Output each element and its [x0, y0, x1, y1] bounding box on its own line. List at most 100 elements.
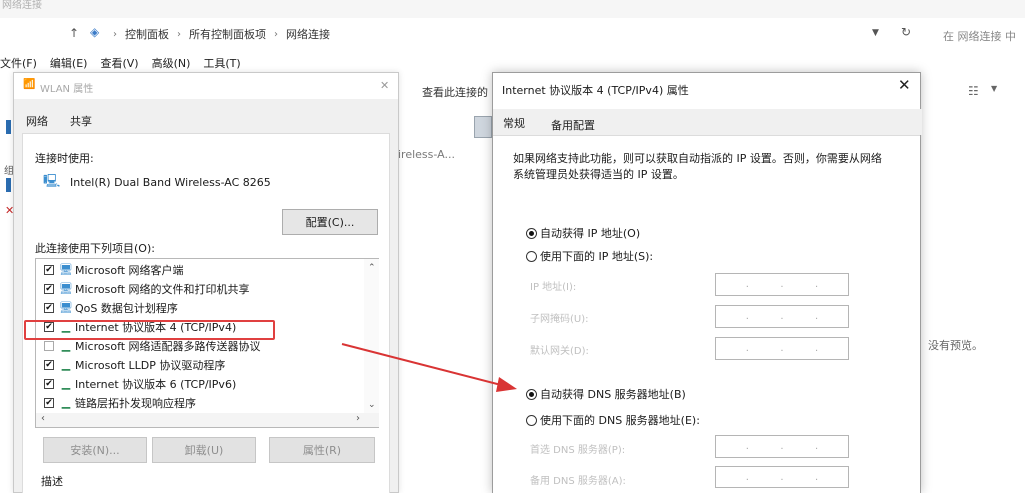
wlan-properties-dialog: 📶 WLAN 属性 ✕ 网络 共享 连接时使用: 🖳 Intel(R) Dual… [13, 72, 399, 493]
chevron-up-icon[interactable]: ⌃ [368, 263, 376, 273]
uninstall-button[interactable]: 卸载(U) [152, 437, 256, 463]
service-icon: 🖥 [59, 301, 73, 314]
list-item[interactable]: ✔ ▁ Microsoft LLDP 协议驱动程序 [36, 355, 364, 374]
dialog-title: WLAN 属性 [40, 84, 94, 95]
chevron-right-icon[interactable]: › [356, 413, 360, 424]
tab-network[interactable]: 网络 [26, 113, 48, 129]
horizontal-scrollbar[interactable] [36, 413, 379, 427]
window-title: 网络连接 [2, 0, 42, 11]
chevron-down-icon[interactable]: ▼ [991, 84, 997, 93]
item-checkbox[interactable] [44, 340, 54, 351]
auto-ip-option[interactable]: 自动获得 IP 地址(O) [526, 225, 640, 241]
alternate-dns-label: 备用 DNS 服务器(A): [530, 476, 626, 487]
window-title-bar: 网络连接 — [0, 0, 1025, 18]
manual-ip-label: 使用下面的 IP 地址(S): [540, 250, 654, 263]
manual-dns-label: 使用下面的 DNS 服务器地址(E): [540, 414, 700, 427]
item-checkbox[interactable]: ✔ [44, 359, 54, 370]
ip-address-field[interactable]: ... [715, 273, 849, 296]
chevron-left-icon[interactable]: ‹ [41, 413, 45, 424]
close-icon[interactable]: ✕ [380, 79, 389, 92]
auto-dns-option[interactable]: 自动获得 DNS 服务器地址(B) [526, 386, 686, 402]
tab-sharing[interactable]: 共享 [70, 113, 92, 129]
item-checkbox[interactable]: ✔ [44, 283, 54, 294]
item-checkbox[interactable]: ✔ [44, 264, 54, 275]
preferred-dns-field[interactable]: ... [715, 435, 849, 458]
service-icon: 🖥 [59, 282, 73, 295]
vertical-scrollbar[interactable] [364, 259, 379, 413]
network-tab-panel: 连接时使用: 🖳 Intel(R) Dual Band Wireless-AC … [22, 133, 390, 493]
auto-dns-radio[interactable] [526, 388, 537, 400]
network-adapter-icon[interactable] [6, 120, 11, 134]
protocol-icon: ▁ [61, 377, 71, 390]
item-label: QoS 数据包计划程序 [75, 301, 178, 315]
default-gateway-field[interactable]: ... [715, 337, 849, 360]
item-checkbox[interactable]: ✔ [44, 378, 54, 389]
components-list: ✔ 🖥 Microsoft 网络客户端 ✔ 🖥 Microsoft 网络的文件和… [35, 258, 379, 428]
control-panel-icon: ◈ [90, 25, 100, 39]
preferred-dns-label: 首选 DNS 服务器(P): [530, 445, 626, 456]
item-label: Microsoft LLDP 协议驱动程序 [75, 358, 226, 372]
ipv4-highlight-box [24, 320, 275, 340]
info-text: 如果网络支持此功能，则可以获取自动指派的 IP 设置。否则，你需要从网络系统管理… [513, 152, 882, 181]
subnet-mask-field[interactable]: ... [715, 305, 849, 328]
view-options-icon[interactable]: ☷ [968, 84, 979, 98]
list-item[interactable]: ✔ 🖥 QoS 数据包计划程序 [36, 298, 364, 317]
list-item[interactable]: ✔ ▁ 链路层拓扑发现响应程序 [36, 393, 364, 412]
tab-strip: 常规 备用配置 [493, 109, 922, 135]
minimize-button[interactable]: — [968, 0, 978, 5]
manual-dns-radio[interactable] [526, 414, 537, 426]
alternate-dns-field[interactable]: ... [715, 466, 849, 488]
item-checkbox[interactable]: ✔ [44, 302, 54, 313]
auto-ip-label: 自动获得 IP 地址(O) [540, 227, 641, 240]
protocol-icon: ▁ [61, 396, 71, 409]
preview-pane-text: 没有预览。 [928, 339, 983, 352]
tab-general[interactable]: 常规 [503, 115, 525, 131]
adapter-name: Intel(R) Dual Band Wireless-AC 8265 [70, 176, 271, 189]
protocol-icon: ▁ [61, 339, 71, 352]
wlan-adapter-icon[interactable] [474, 116, 492, 138]
general-tab-panel: 如果网络支持此功能，则可以获取自动指派的 IP 设置。否则，你需要从网络系统管理… [493, 135, 920, 493]
configure-button[interactable]: 配置(C)... [282, 209, 378, 235]
description-label: 描述 [41, 475, 63, 488]
refresh-icon[interactable]: ↻ [901, 25, 911, 39]
close-icon[interactable]: ✕ [898, 78, 911, 93]
item-label: 链路层拓扑发现响应程序 [75, 396, 196, 410]
adapter-label[interactable]: ireless-A... [398, 148, 455, 161]
protocol-icon: ▁ [61, 358, 71, 371]
item-checkbox[interactable]: ✔ [44, 397, 54, 408]
dialog-title: Internet 协议版本 4 (TCP/IPv4) 属性 [502, 84, 689, 97]
list-item[interactable]: ✔ ▁ Internet 协议版本 6 (TCP/IPv6) [36, 374, 364, 393]
up-arrow-icon[interactable]: ↑ [69, 26, 79, 40]
chevron-right-icon: › [274, 28, 278, 40]
item-label: Microsoft 网络客户端 [75, 263, 184, 277]
properties-button[interactable]: 属性(R) [269, 437, 375, 463]
manual-dns-option[interactable]: 使用下面的 DNS 服务器地址(E): [526, 412, 700, 428]
chevron-right-icon: › [113, 28, 117, 40]
chevron-down-icon[interactable]: ▼ [872, 28, 879, 38]
view-status-button[interactable]: 查看此连接的 [422, 84, 488, 100]
auto-ip-radio[interactable] [526, 227, 537, 239]
dialog-title-bar: 📶 WLAN 属性 ✕ [14, 73, 398, 99]
breadcrumb-item[interactable]: 所有控制面板项 [189, 26, 266, 42]
manual-ip-radio[interactable] [526, 250, 537, 262]
ip-address-label: IP 地址(I): [530, 282, 577, 293]
network-icon: 📶 [23, 79, 36, 90]
client-icon: 🖥 [59, 263, 73, 276]
item-label: Microsoft 网络的文件和打印机共享 [75, 282, 250, 296]
install-button[interactable]: 安装(N)... [43, 437, 147, 463]
chevron-right-icon: › [177, 28, 181, 40]
breadcrumb: › 控制面板 › 所有控制面板项 › 网络连接 [113, 26, 330, 42]
breadcrumb-item[interactable]: 网络连接 [286, 26, 330, 42]
search-input[interactable]: 在 网络连接 中 [943, 28, 1016, 44]
connect-using-label: 连接时使用: [35, 152, 94, 165]
tab-alternate-config[interactable]: 备用配置 [551, 117, 595, 133]
chevron-down-icon[interactable]: ⌄ [368, 400, 376, 410]
manual-ip-option[interactable]: 使用下面的 IP 地址(S): [526, 248, 653, 264]
network-adapter-icon[interactable] [6, 178, 11, 192]
adapter-icon: 🖳 [43, 174, 61, 189]
list-item[interactable]: ✔ 🖥 Microsoft 网络的文件和打印机共享 [36, 279, 364, 298]
list-item[interactable]: ✔ 🖥 Microsoft 网络客户端 [36, 260, 364, 279]
items-label: 此连接使用下列项目(O): [35, 242, 155, 255]
breadcrumb-item[interactable]: 控制面板 [125, 26, 169, 42]
item-label: Internet 协议版本 6 (TCP/IPv6) [75, 377, 237, 391]
